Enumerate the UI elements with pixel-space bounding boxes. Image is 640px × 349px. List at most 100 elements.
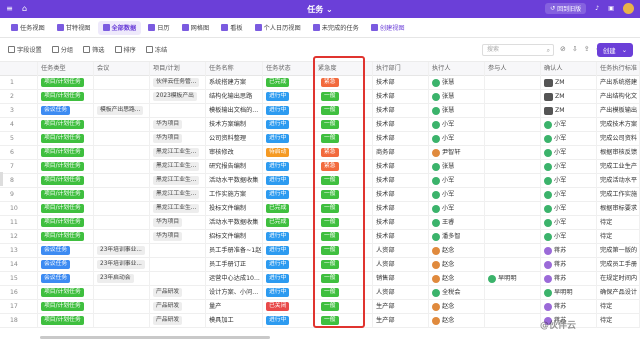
cell-conf[interactable]: 蒋苏 [541, 258, 597, 272]
cell-n[interactable]: 16 [0, 286, 38, 300]
cell-std[interactable]: 产出模板输出 [597, 104, 640, 118]
cell-project[interactable]: 黑龙江工业生... [150, 188, 206, 202]
cell-urg[interactable]: 一般 [315, 104, 373, 118]
cell-meeting[interactable] [94, 216, 150, 230]
tab-calendar[interactable]: 日历 [143, 21, 174, 35]
cell-std[interactable]: 待定 [597, 314, 640, 328]
cell-meeting[interactable] [94, 202, 150, 216]
cell-n[interactable]: 17 [0, 300, 38, 314]
cell-project[interactable]: 伙伴云任务管... [150, 76, 206, 90]
table-row[interactable]: 17 项目/计划任务 产品研发 量产 已关闭 一般 生产部 赵念 蒋苏 待定 [0, 300, 640, 314]
cell-part[interactable] [485, 202, 541, 216]
table-row[interactable]: 15 会议任务 23年启动会 运营中心达成10... 进行中 一般 销售部 赵念 早明明 蒋苏 在规… [0, 272, 640, 286]
cell-meeting[interactable] [94, 132, 150, 146]
cell-dept[interactable]: 技术部 [373, 202, 429, 216]
cell-urg[interactable]: 一般 [315, 230, 373, 244]
cell-meeting[interactable] [94, 76, 150, 90]
bell-icon[interactable]: ♪ [595, 5, 599, 12]
cell-name[interactable]: 工作实施方案 [206, 188, 263, 202]
cell-urg[interactable]: 一般 [315, 216, 373, 230]
cell-part[interactable] [485, 258, 541, 272]
cell-exec[interactable]: 小军 [429, 174, 485, 188]
cell-urg[interactable]: 一般 [315, 244, 373, 258]
cell-type[interactable]: 项目/计划任务 [38, 300, 94, 314]
header-task-type[interactable]: 任务类型 [38, 62, 94, 76]
search-input[interactable]: 搜索 ⌕ [482, 44, 554, 56]
cell-std[interactable]: 待定 [597, 300, 640, 314]
cell-meeting[interactable] [94, 146, 150, 160]
cell-dept[interactable]: 技术部 [373, 90, 429, 104]
cell-meeting[interactable] [94, 160, 150, 174]
cell-std[interactable]: 完成活动水平 [597, 174, 640, 188]
cell-n[interactable]: 10 [0, 202, 38, 216]
cell-conf[interactable]: ZM [541, 104, 597, 118]
tab-task-view[interactable]: 任务视图 [6, 21, 50, 35]
header-checkbox[interactable] [0, 62, 38, 76]
cell-urg[interactable]: 一般 [315, 314, 373, 328]
cell-status[interactable]: 进行中 [263, 188, 315, 202]
resize-handle[interactable] [0, 172, 3, 186]
app-title[interactable]: 任务 ⌄ [0, 4, 640, 15]
cell-type[interactable]: 项目/计划任务 [38, 90, 94, 104]
cell-meeting[interactable]: 模板产出思路... [94, 104, 150, 118]
cell-name[interactable]: 结构化输出思路 [206, 90, 263, 104]
cell-conf[interactable]: 蒋苏 [541, 300, 597, 314]
field-settings-button[interactable]: 字段设置 [8, 45, 42, 54]
cell-part[interactable]: 早明明 [485, 272, 541, 286]
cell-exec[interactable]: 小军 [429, 132, 485, 146]
cell-meeting[interactable]: 23年启动会 [94, 272, 150, 286]
cell-status[interactable]: 进行中 [263, 314, 315, 328]
cell-exec[interactable]: 赵念 [429, 244, 485, 258]
cell-project[interactable]: 产品研发 [150, 286, 206, 300]
cell-name[interactable]: 模板输出文档的... [206, 104, 263, 118]
cell-type[interactable]: 会议任务 [38, 272, 94, 286]
cell-n[interactable]: 2 [0, 90, 38, 104]
cell-project[interactable]: 华为项目 [150, 230, 206, 244]
cell-n[interactable]: 3 [0, 104, 38, 118]
cell-type[interactable]: 项目/计划任务 [38, 230, 94, 244]
cell-conf[interactable]: 小军 [541, 146, 597, 160]
cell-n[interactable]: 8 [0, 174, 38, 188]
cell-std[interactable]: 根据审标要求 [597, 202, 640, 216]
cell-meeting[interactable] [94, 230, 150, 244]
table-row[interactable]: 10 项目/计划任务 黑龙江工业生... 投标文件编制 已完成 一般 技术部 小军 小军 根据审标… [0, 202, 640, 216]
cell-conf[interactable]: 小军 [541, 118, 597, 132]
cell-project[interactable]: 华为项目 [150, 216, 206, 230]
cell-type[interactable]: 项目/计划任务 [38, 286, 94, 300]
cell-status[interactable]: 进行中 [263, 230, 315, 244]
cell-conf[interactable]: 小军 [541, 160, 597, 174]
header-urgency[interactable]: 紧急度 [315, 62, 373, 76]
cell-status[interactable]: 进行中 [263, 90, 315, 104]
header-confirmer[interactable]: 确认人 [541, 62, 597, 76]
cell-urg[interactable]: 一般 [315, 90, 373, 104]
cell-dept[interactable]: 技术部 [373, 160, 429, 174]
cell-exec[interactable]: 赵念 [429, 272, 485, 286]
cell-n[interactable]: 18 [0, 314, 38, 328]
cell-dept[interactable]: 人资部 [373, 258, 429, 272]
cell-name[interactable]: 运营中心达成10... [206, 272, 263, 286]
create-view-button[interactable]: 创建视图 [366, 21, 410, 35]
cell-n[interactable]: 11 [0, 216, 38, 230]
cell-exec[interactable]: 小军 [429, 188, 485, 202]
cell-status[interactable]: 已完成 [263, 76, 315, 90]
cell-name[interactable]: 技术方案编制 [206, 118, 263, 132]
share-icon[interactable]: ⇪ [584, 45, 590, 53]
cell-part[interactable] [485, 146, 541, 160]
cell-dept[interactable]: 生产部 [373, 300, 429, 314]
cell-dept[interactable]: 技术部 [373, 230, 429, 244]
cell-part[interactable] [485, 314, 541, 328]
cell-project[interactable] [150, 272, 206, 286]
cell-urg[interactable]: 一般 [315, 258, 373, 272]
table-row[interactable]: 14 会议任务 23年培训事业... 员工手册订正 进行中 一般 人资部 赵念 蒋苏 完成员工手册 [0, 258, 640, 272]
cell-part[interactable] [485, 90, 541, 104]
cell-std[interactable]: 完成技术方案 [597, 118, 640, 132]
cell-project[interactable]: 2023模板产出 [150, 90, 206, 104]
cell-n[interactable]: 12 [0, 230, 38, 244]
cell-std[interactable]: 根据审核反馈 [597, 146, 640, 160]
cell-conf[interactable]: 早明明 [541, 286, 597, 300]
cell-name[interactable]: 研究报告编制 [206, 160, 263, 174]
cell-exec[interactable]: 全税会 [429, 286, 485, 300]
cell-project[interactable]: 产品研发 [150, 300, 206, 314]
cell-n[interactable]: 9 [0, 188, 38, 202]
cell-conf[interactable]: 小军 [541, 202, 597, 216]
